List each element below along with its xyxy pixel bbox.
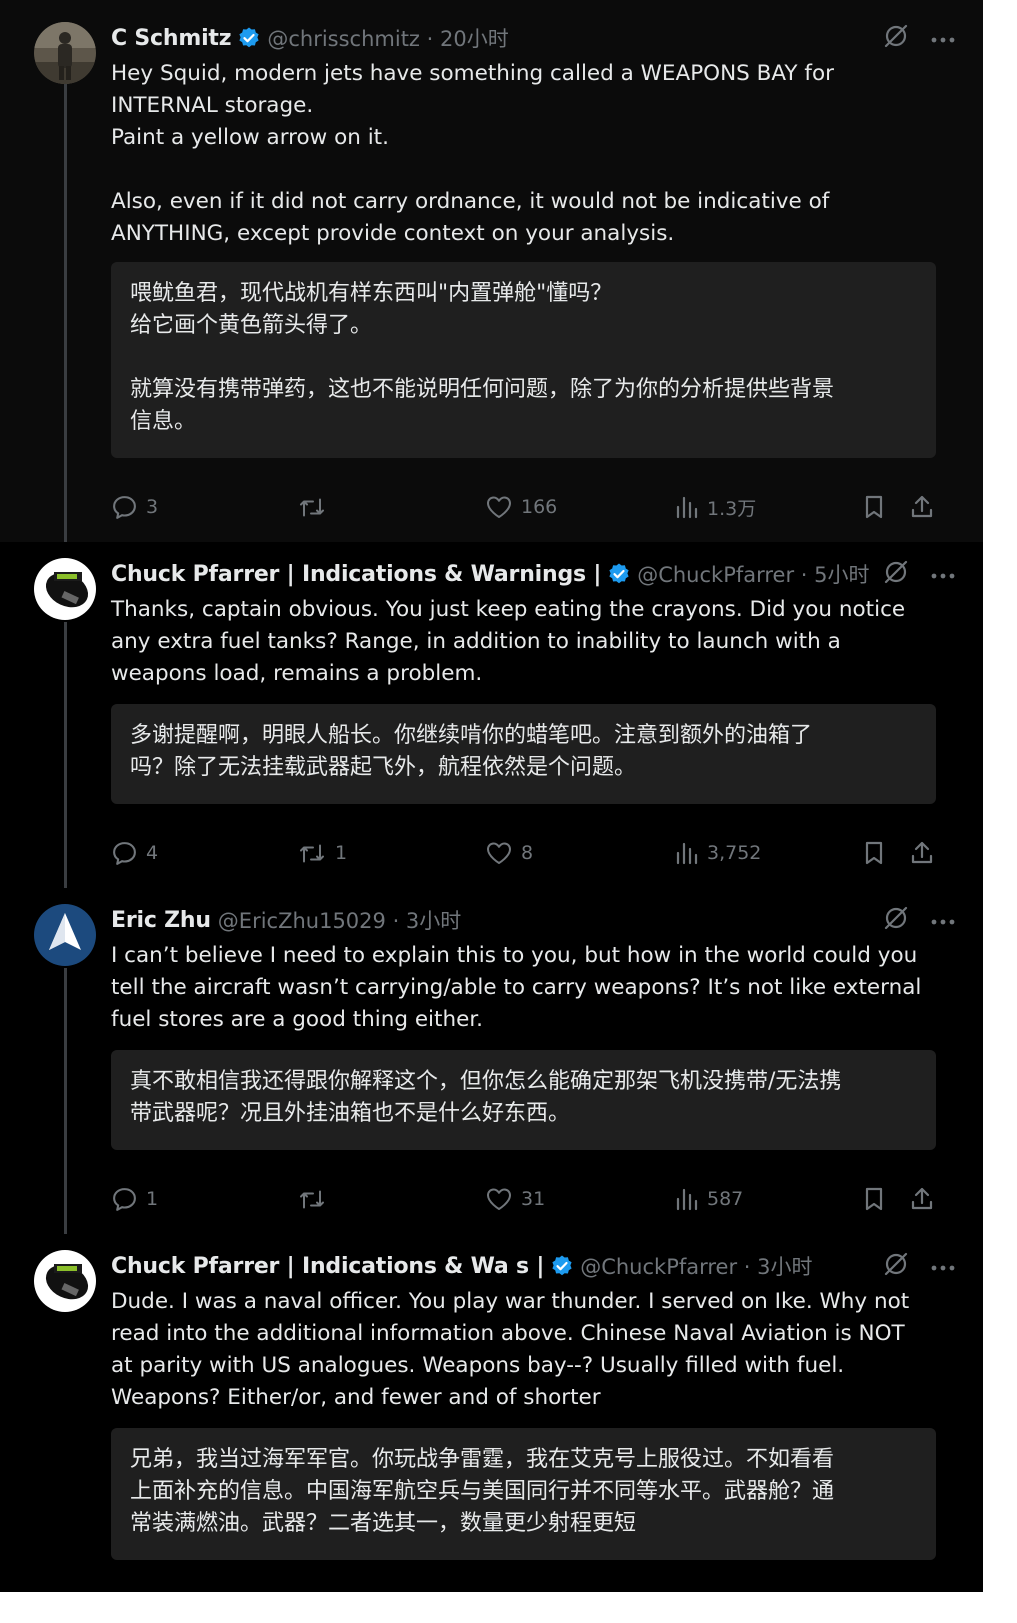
author-name[interactable]: Eric Zhu bbox=[111, 908, 211, 933]
screenshot-border bbox=[983, 0, 1017, 1623]
post-ericzhu[interactable]: Eric Zhu @EricZhu15029 · 3小时 I can’t bel… bbox=[0, 888, 983, 1234]
post-text: Thanks, captain obvious. You just keep e… bbox=[111, 597, 906, 686]
author-handle[interactable]: @EricZhu15029 · 3小时 bbox=[218, 905, 461, 935]
like-icon bbox=[485, 840, 513, 866]
post-text: Dude. I was a naval officer. You play wa… bbox=[111, 1289, 910, 1410]
translation-box: 兄弟，我当过海军军官。你玩战争雷霆，我在艾克号上服役过。不如看看 上面补充的信息… bbox=[111, 1428, 936, 1560]
translation-box: 多谢提醒啊，明眼人船长。你继续啃你的蜡笔吧。注意到额外的油箱了 吗？除了无法挂载… bbox=[111, 704, 936, 804]
views-button[interactable]: 587 bbox=[675, 1183, 743, 1215]
like-count: 31 bbox=[521, 1188, 546, 1210]
post-chrisschmitz[interactable]: C Schmitz @chrisschmitz · 20小时 Hey Squid… bbox=[0, 0, 983, 542]
grok-icon[interactable] bbox=[883, 23, 909, 53]
views-icon bbox=[675, 1186, 699, 1212]
avatar[interactable] bbox=[34, 22, 96, 84]
share-button[interactable] bbox=[909, 491, 935, 523]
author-name[interactable]: C Schmitz bbox=[111, 26, 232, 51]
more-icon[interactable] bbox=[931, 565, 955, 584]
like-count: 8 bbox=[521, 842, 534, 864]
views-button[interactable]: 3,752 bbox=[675, 837, 761, 869]
thread-line bbox=[64, 622, 67, 888]
author-handle[interactable]: @ChuckPfarrer · 3小时 bbox=[580, 1251, 812, 1281]
like-icon bbox=[485, 1186, 513, 1212]
like-button[interactable]: 8 bbox=[485, 837, 533, 869]
reply-icon bbox=[111, 494, 138, 521]
reply-thread: C Schmitz @chrisschmitz · 20小时 Hey Squid… bbox=[0, 0, 1017, 1623]
views-icon bbox=[675, 494, 699, 520]
views-icon bbox=[675, 840, 699, 866]
screenshot-border bbox=[0, 1592, 983, 1623]
repost-button[interactable]: 1 bbox=[297, 837, 347, 869]
repost-button[interactable] bbox=[297, 491, 335, 523]
post-text: I can’t believe I need to explain this t… bbox=[111, 943, 922, 1032]
share-icon bbox=[909, 494, 935, 520]
reply-icon bbox=[111, 840, 138, 867]
views-count: 3,752 bbox=[707, 842, 762, 864]
reply-button[interactable]: 3 bbox=[111, 491, 158, 523]
more-icon[interactable] bbox=[931, 29, 955, 48]
author-handle[interactable]: @chrisschmitz · 20小时 bbox=[267, 23, 508, 53]
repost-icon bbox=[297, 840, 327, 867]
avatar[interactable] bbox=[34, 904, 96, 966]
repost-icon bbox=[297, 494, 327, 521]
more-icon[interactable] bbox=[931, 1257, 955, 1276]
like-count: 166 bbox=[521, 496, 558, 518]
share-button[interactable] bbox=[909, 1183, 935, 1215]
action-bar: 1 31 587 bbox=[111, 1183, 937, 1215]
reply-button[interactable]: 1 bbox=[111, 1183, 158, 1215]
thread-line bbox=[64, 84, 67, 542]
avatar[interactable] bbox=[34, 1250, 96, 1312]
repost-button[interactable] bbox=[297, 1183, 335, 1215]
translation-box: 喂鱿鱼君，现代战机有样东西叫"内置弹舱"懂吗？ 给它画个黄色箭头得了。 就算没有… bbox=[111, 262, 936, 458]
like-button[interactable]: 31 bbox=[485, 1183, 545, 1215]
reply-count: 3 bbox=[146, 496, 159, 518]
post-text: Hey Squid, modern jets have something ca… bbox=[111, 61, 834, 246]
bookmark-button[interactable] bbox=[863, 491, 885, 523]
share-icon bbox=[909, 840, 935, 866]
translation-box: 真不敢相信我还得跟你解释这个，但你怎么能确定那架飞机没携带/无法携 带武器呢？况… bbox=[111, 1050, 936, 1150]
share-icon bbox=[909, 1186, 935, 1212]
author-handle[interactable]: @ChuckPfarrer · 5小时 bbox=[637, 559, 869, 589]
thread-line bbox=[64, 968, 67, 1234]
grok-icon[interactable] bbox=[883, 905, 909, 935]
bookmark-icon bbox=[863, 840, 885, 866]
like-button[interactable]: 166 bbox=[485, 491, 557, 523]
grok-icon[interactable] bbox=[883, 1251, 909, 1281]
author-name[interactable]: Chuck Pfarrer | Indications & Warnings | bbox=[111, 562, 601, 587]
reply-count: 1 bbox=[146, 1188, 159, 1210]
action-bar: 3 166 1.3万 bbox=[111, 491, 937, 523]
grok-icon[interactable] bbox=[883, 559, 909, 589]
post-chuckpfarrer-2[interactable]: Chuck Pfarrer | Indications & Wa s | @Ch… bbox=[0, 1234, 983, 1592]
verified-badge-icon bbox=[550, 1254, 574, 1278]
action-bar: 4 1 8 3,752 bbox=[111, 837, 937, 869]
post-chuckpfarrer-1[interactable]: Chuck Pfarrer | Indications & Warnings |… bbox=[0, 542, 983, 888]
bookmark-icon bbox=[863, 1186, 885, 1212]
like-icon bbox=[485, 494, 513, 520]
repost-icon bbox=[297, 1186, 327, 1213]
bookmark-button[interactable] bbox=[863, 1183, 885, 1215]
reply-count: 4 bbox=[146, 842, 159, 864]
avatar[interactable] bbox=[34, 558, 96, 620]
bookmark-icon bbox=[863, 494, 885, 520]
share-button[interactable] bbox=[909, 837, 935, 869]
bookmark-button[interactable] bbox=[863, 837, 885, 869]
author-name[interactable]: Chuck Pfarrer | Indications & Wa s | bbox=[111, 1254, 544, 1279]
repost-count: 1 bbox=[335, 842, 348, 864]
reply-icon bbox=[111, 1186, 138, 1213]
views-count: 1.3万 bbox=[707, 497, 757, 520]
views-button[interactable]: 1.3万 bbox=[675, 491, 756, 523]
verified-badge-icon bbox=[237, 26, 261, 50]
more-icon[interactable] bbox=[931, 911, 955, 930]
verified-badge-icon bbox=[607, 562, 631, 586]
reply-button[interactable]: 4 bbox=[111, 837, 158, 869]
views-count: 587 bbox=[707, 1188, 744, 1210]
